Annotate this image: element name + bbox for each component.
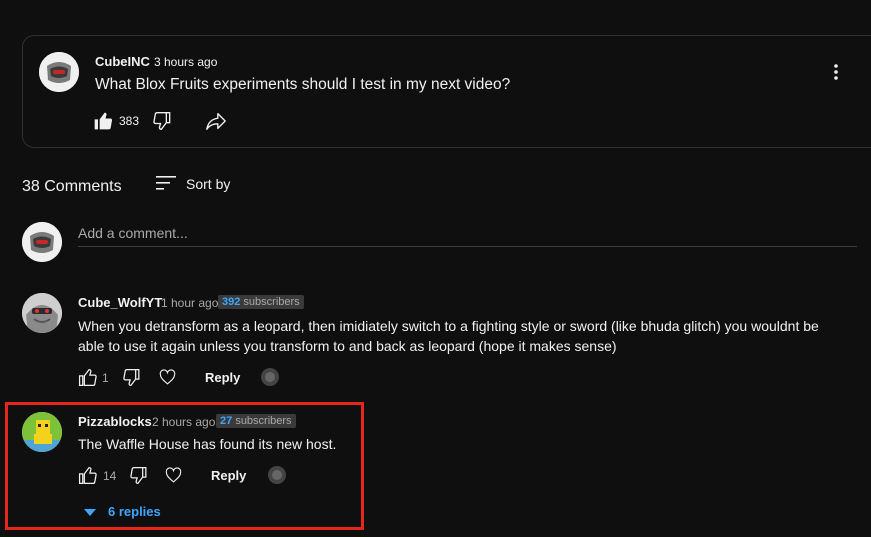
reply-button[interactable]: Reply [205, 370, 240, 385]
like-filled-icon[interactable] [93, 111, 113, 136]
comment-like-count: 1 [102, 371, 109, 385]
comment-time[interactable]: 1 hour ago [161, 296, 218, 310]
post-text: What Blox Fruits experiments should I te… [95, 76, 511, 93]
post-author[interactable]: CubeINC [95, 54, 150, 69]
post-like-count: 383 [119, 114, 140, 128]
comment-text: When you detransform as a leopard, then … [78, 318, 819, 354]
creator-heart-avatar-icon [261, 368, 279, 391]
comments-count: 38 Comments [22, 178, 122, 195]
robot-head-icon [22, 222, 62, 262]
subscriber-badge: 392 subscribers [218, 295, 304, 309]
dislike-icon[interactable] [153, 111, 173, 136]
commenter-avatar[interactable] [22, 293, 62, 333]
post-time[interactable]: 3 hours ago [154, 55, 217, 69]
community-post-card: CubeINC 3 hours ago What Blox Fruits exp… [22, 35, 871, 148]
highlight-annotation-box [5, 402, 364, 530]
share-icon[interactable] [205, 110, 227, 137]
robot-head-icon [39, 52, 79, 92]
like-icon[interactable] [78, 368, 97, 392]
wolf-avatar-icon [22, 293, 62, 333]
dislike-icon[interactable] [123, 368, 142, 392]
sort-by-button[interactable]: Sort by [186, 176, 230, 192]
current-user-avatar [22, 222, 62, 262]
heart-icon[interactable] [159, 369, 176, 391]
add-comment-input[interactable]: Add a comment... [78, 225, 188, 241]
more-options-icon[interactable] [828, 62, 844, 87]
subscriber-label: subscribers [243, 296, 300, 308]
comment-author[interactable]: Cube_WolfYT [78, 295, 162, 310]
subscriber-count: 392 [222, 296, 241, 308]
comment-input-underline [78, 246, 857, 247]
sort-icon[interactable] [156, 174, 176, 197]
channel-avatar[interactable] [39, 52, 79, 92]
